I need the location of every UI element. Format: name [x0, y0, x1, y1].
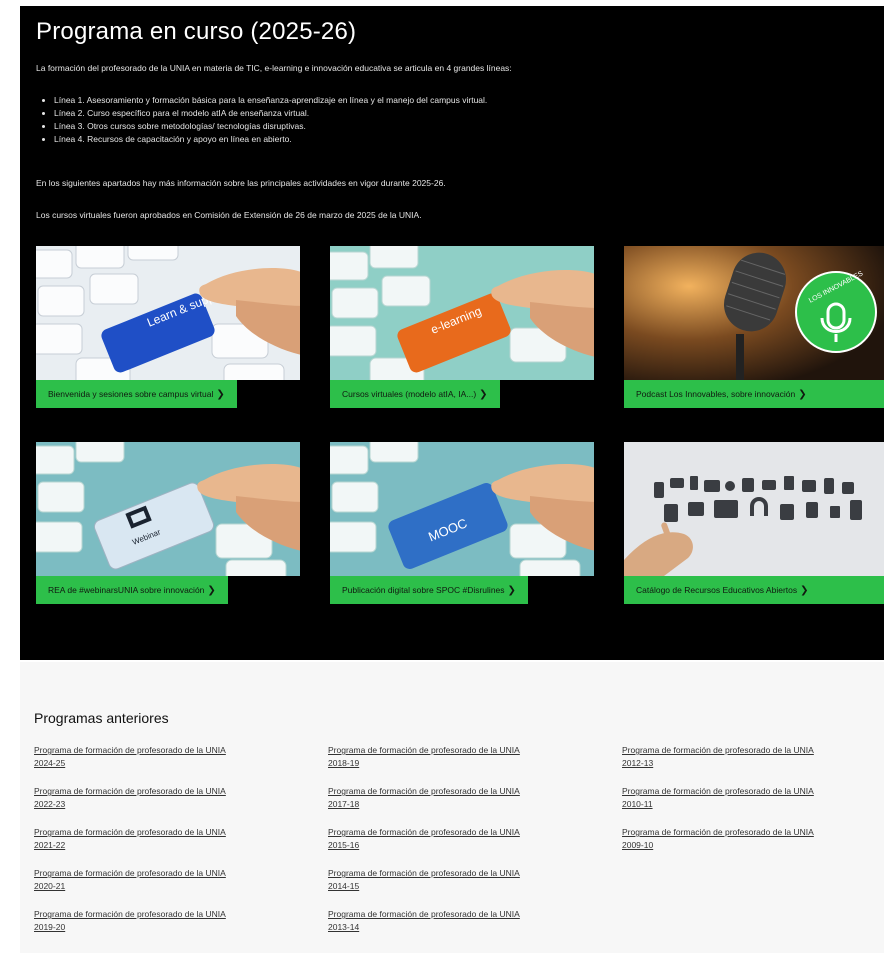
list-item: Línea 3. Otros cursos sobre metodologías…: [54, 120, 874, 133]
program-link[interactable]: Programa de formación de profesorado de …: [622, 744, 884, 770]
keyboard-image: MOOC: [330, 442, 594, 576]
program-link[interactable]: Programa de formación de profesorado de …: [328, 908, 590, 934]
lines-list: Línea 1. Asesoramiento y formación básic…: [36, 94, 874, 146]
program-link[interactable]: Programa de formación de profesorado de …: [328, 826, 590, 852]
list-item: Línea 4. Recursos de capacitación y apoy…: [54, 133, 874, 146]
program-link[interactable]: Programa de formación de profesorado de …: [34, 744, 296, 770]
program-link[interactable]: Programa de formación de profesorado de …: [328, 867, 590, 893]
card-label-text: REA de #webinarsUNIA sobre innovación: [48, 585, 205, 595]
card-label-link[interactable]: Publicación digital sobre SPOC #Disrulin…: [330, 576, 528, 604]
program-link[interactable]: Programa de formación de profesorado de …: [34, 867, 296, 893]
program-link[interactable]: Programa de formación de profesorado de …: [328, 785, 590, 811]
card-podcast[interactable]: LOS INNOVABLES Podcast Los Innovables, s…: [624, 246, 884, 408]
card-spoc[interactable]: MOOC Publicación digital sobre SPOC #Dis…: [330, 442, 594, 604]
section-title: Programas anteriores: [34, 710, 169, 726]
card-label-link[interactable]: Catálogo de Recursos Educativos Abiertos…: [624, 576, 884, 604]
card-label-text: Catálogo de Recursos Educativos Abiertos: [636, 585, 798, 595]
chevron-right-icon: ❯: [507, 585, 516, 596]
keyboard-image: Learn & support: [36, 246, 300, 380]
card-label-text: Cursos virtuales (modelo atIA, IA...): [342, 389, 477, 399]
card-rea-catalog[interactable]: Catálogo de Recursos Educativos Abiertos…: [624, 442, 884, 604]
card-label-link[interactable]: REA de #webinarsUNIA sobre innovación ❯: [36, 576, 228, 604]
card-webinars[interactable]: Webinar REA de #webinarsUNIA sobre innov…: [36, 442, 300, 604]
chevron-right-icon: ❯: [207, 585, 216, 596]
card-label-text: Bienvenida y sesiones sobre campus virtu…: [48, 389, 214, 399]
current-program-section: Programa en curso (2025-26) La formación…: [20, 6, 884, 660]
approval-paragraph: Los cursos virtuales fueron aprobados en…: [36, 210, 422, 220]
chevron-right-icon: ❯: [798, 389, 807, 400]
program-link[interactable]: Programa de formación de profesorado de …: [622, 785, 884, 811]
program-link[interactable]: Programa de formación de profesorado de …: [34, 826, 296, 852]
page-title: Programa en curso (2025-26): [36, 18, 357, 45]
chevron-right-icon: ❯: [479, 389, 488, 400]
card-campus-virtual[interactable]: Learn & support Bienvenida y sesiones so…: [36, 246, 300, 408]
program-link[interactable]: Programa de formación de profesorado de …: [34, 908, 296, 934]
card-label-link[interactable]: Bienvenida y sesiones sobre campus virtu…: [36, 380, 237, 408]
program-link[interactable]: Programa de formación de profesorado de …: [34, 785, 296, 811]
links-column-2: Programa de formación de profesorado de …: [328, 744, 590, 949]
previous-programs-section: Programas anteriores Programa de formaci…: [20, 662, 884, 953]
card-cursos-virtuales[interactable]: e-learning Cursos virtuales (modelo atIA…: [330, 246, 594, 408]
links-column-3: Programa de formación de profesorado de …: [622, 744, 884, 867]
card-label-link[interactable]: Podcast Los Innovables, sobre innovación…: [624, 380, 884, 408]
chevron-right-icon: ❯: [800, 585, 809, 596]
resources-image: [624, 442, 884, 576]
list-item: Línea 2. Curso específico para el modelo…: [54, 107, 874, 120]
keyboard-image: e-learning: [330, 246, 594, 380]
links-column-1: Programa de formación de profesorado de …: [34, 744, 296, 949]
card-label-link[interactable]: Cursos virtuales (modelo atIA, IA...) ❯: [330, 380, 500, 408]
program-link[interactable]: Programa de formación de profesorado de …: [622, 826, 884, 852]
activities-paragraph: En los siguientes apartados hay más info…: [36, 178, 446, 188]
card-label-text: Publicación digital sobre SPOC #Disrulin…: [342, 585, 505, 595]
list-item: Línea 1. Asesoramiento y formación básic…: [54, 94, 874, 107]
card-label-text: Podcast Los Innovables, sobre innovación: [636, 389, 796, 399]
program-link[interactable]: Programa de formación de profesorado de …: [328, 744, 590, 770]
intro-paragraph: La formación del profesorado de la UNIA …: [36, 63, 512, 73]
chevron-right-icon: ❯: [216, 389, 225, 400]
podcast-image: LOS INNOVABLES: [624, 246, 884, 380]
keyboard-image: Webinar: [36, 442, 300, 576]
